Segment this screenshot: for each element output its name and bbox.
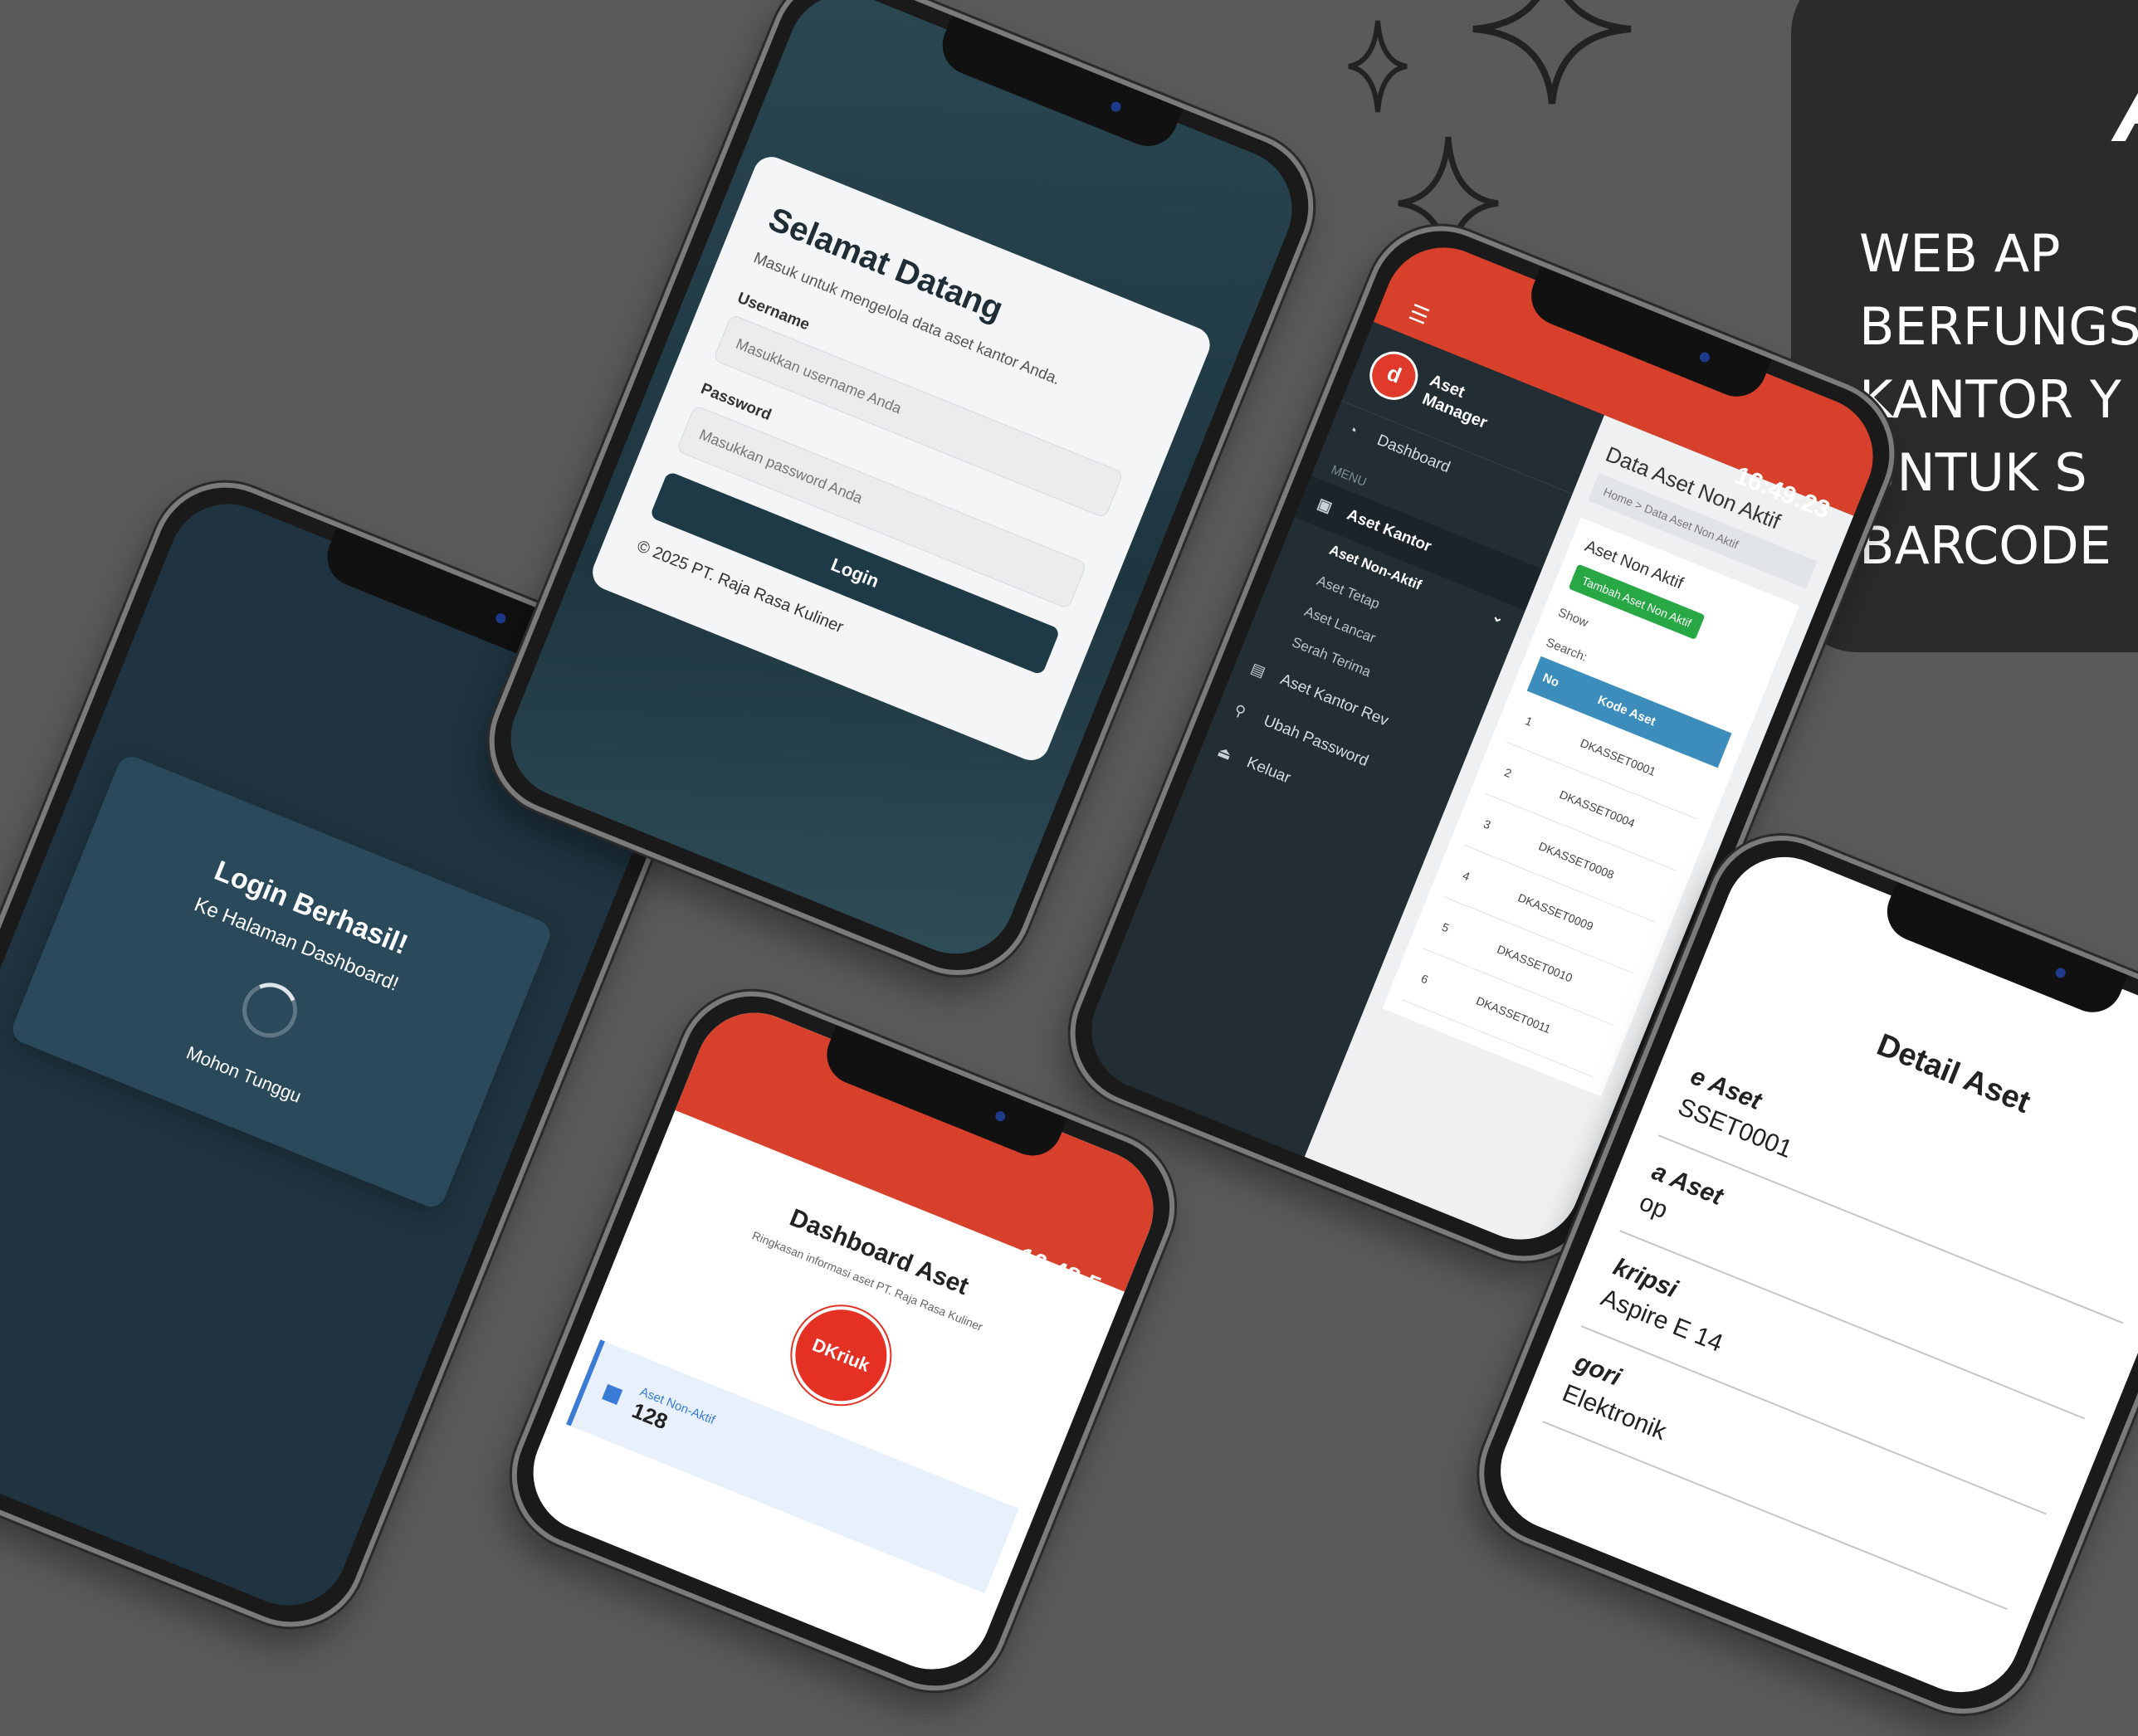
- stat-card-aset-non-aktif[interactable]: ■ Aset Non-Aktif 128: [566, 1339, 1019, 1594]
- document-icon: ▤: [1248, 659, 1268, 680]
- company-logo: DKriuk: [777, 1291, 905, 1420]
- cell-no: 2: [1502, 765, 1514, 781]
- promo-line: KANTOR Y: [1859, 369, 2121, 430]
- success-title: Login Berhasil!: [210, 855, 412, 962]
- sparkle-icon: [1348, 20, 1408, 113]
- promo-line: WEB AP: [1859, 223, 2061, 284]
- promo-heading: A: [2113, 50, 2138, 164]
- hamburger-menu-icon[interactable]: ☰: [1405, 300, 1433, 330]
- promo-line: BERFUNGS: [1859, 296, 2138, 357]
- promo-text: WEB AP BERFUNGS KANTOR Y UNTUK S BARCODE: [1859, 217, 2138, 583]
- logout-icon: ⏏: [1215, 742, 1235, 763]
- promo-line: UNTUK S: [1859, 442, 2087, 503]
- cell-no: 1: [1523, 714, 1535, 729]
- cell-no: 5: [1440, 919, 1452, 935]
- key-icon: ⚲: [1232, 700, 1249, 721]
- building-icon: ▣: [1315, 495, 1335, 515]
- cell-no: 4: [1461, 868, 1472, 884]
- cell-no: 6: [1418, 971, 1431, 987]
- dashboard-screen: 16:48:5 Dashboard Aset Ringkasan informa…: [515, 994, 1172, 1688]
- brand-logo-icon: d: [1362, 344, 1426, 407]
- cell-no: 3: [1481, 817, 1493, 832]
- sparkle-icon: [1472, 0, 1632, 105]
- boxes-icon: ■: [596, 1373, 629, 1414]
- chevron-down-icon: ⌄: [1490, 607, 1507, 627]
- dashboard-icon: ◔: [1345, 420, 1360, 439]
- sidebar-item-label: Keluar: [1244, 753, 1293, 788]
- success-dialog: Login Berhasil! Ke Halaman Dashboard! Mo…: [8, 752, 554, 1212]
- login-card: Selamat Datang Masuk untuk mengelola dat…: [587, 151, 1216, 766]
- brand-name: Aset Manager: [1419, 371, 1491, 432]
- loading-spinner-icon: [234, 974, 306, 1046]
- promo-line: BARCODE: [1859, 515, 2111, 576]
